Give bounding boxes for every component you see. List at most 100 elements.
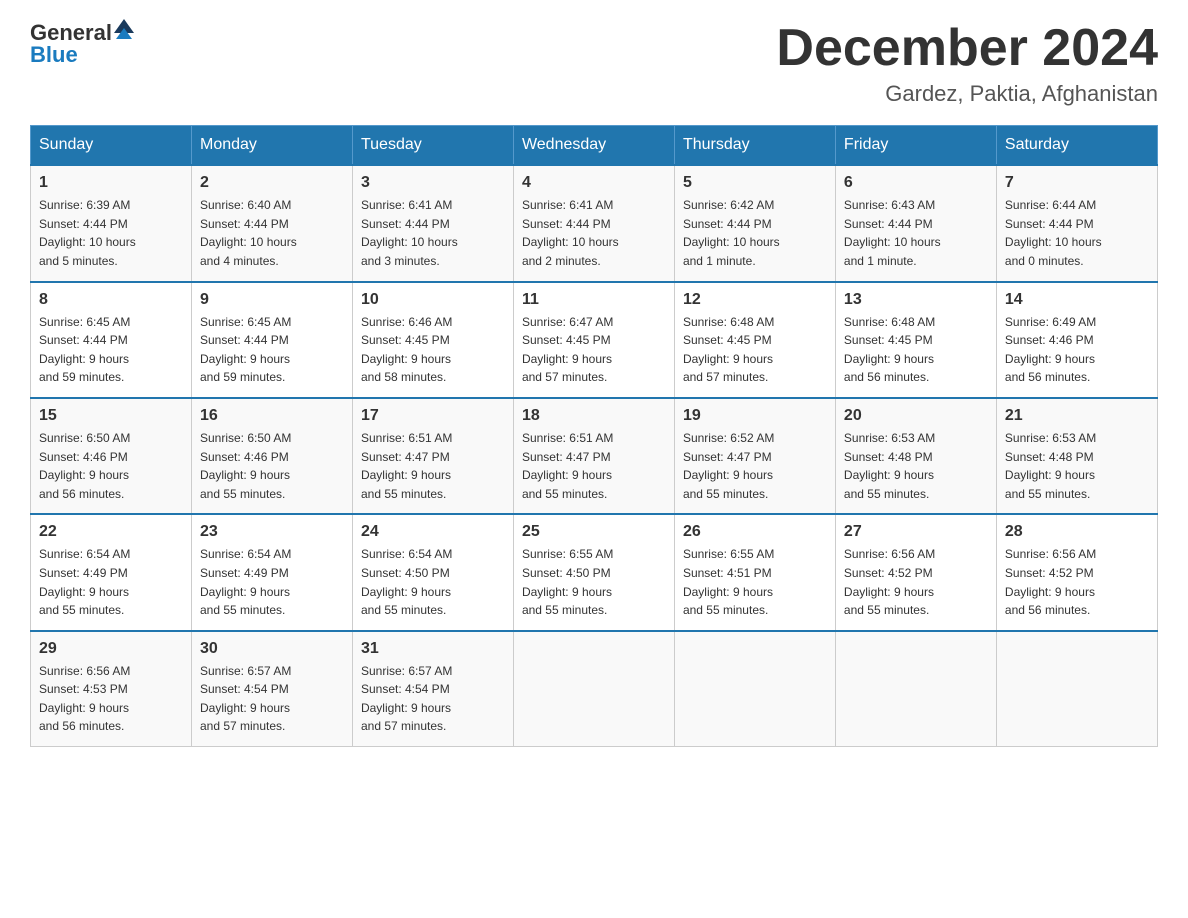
calendar-day-cell: 25 Sunrise: 6:55 AMSunset: 4:50 PMDaylig… (513, 514, 674, 630)
day-info: Sunrise: 6:55 AMSunset: 4:50 PMDaylight:… (522, 547, 613, 617)
header-sunday: Sunday (31, 126, 192, 166)
header-thursday: Thursday (674, 126, 835, 166)
day-info: Sunrise: 6:44 AMSunset: 4:44 PMDaylight:… (1005, 198, 1102, 268)
calendar-week-row: 15 Sunrise: 6:50 AMSunset: 4:46 PMDaylig… (31, 398, 1158, 514)
day-number: 4 (522, 174, 666, 192)
day-info: Sunrise: 6:54 AMSunset: 4:49 PMDaylight:… (200, 547, 291, 617)
day-info: Sunrise: 6:51 AMSunset: 4:47 PMDaylight:… (522, 431, 613, 501)
day-number: 18 (522, 407, 666, 425)
calendar-day-cell: 28 Sunrise: 6:56 AMSunset: 4:52 PMDaylig… (996, 514, 1157, 630)
calendar-day-cell: 4 Sunrise: 6:41 AMSunset: 4:44 PMDayligh… (513, 165, 674, 281)
day-info: Sunrise: 6:50 AMSunset: 4:46 PMDaylight:… (200, 431, 291, 501)
header-right: December 2024 Gardez, Paktia, Afghanista… (776, 20, 1158, 107)
header-tuesday: Tuesday (352, 126, 513, 166)
header: General Blue December 2024 Gardez, Pakti… (30, 20, 1158, 107)
header-friday: Friday (835, 126, 996, 166)
day-info: Sunrise: 6:54 AMSunset: 4:50 PMDaylight:… (361, 547, 452, 617)
day-info: Sunrise: 6:57 AMSunset: 4:54 PMDaylight:… (361, 664, 452, 734)
day-number: 31 (361, 640, 505, 658)
day-number: 13 (844, 291, 988, 309)
month-title: December 2024 (776, 20, 1158, 77)
day-number: 22 (39, 523, 183, 541)
calendar-day-cell: 13 Sunrise: 6:48 AMSunset: 4:45 PMDaylig… (835, 282, 996, 398)
calendar-week-row: 29 Sunrise: 6:56 AMSunset: 4:53 PMDaylig… (31, 631, 1158, 747)
calendar-day-cell: 5 Sunrise: 6:42 AMSunset: 4:44 PMDayligh… (674, 165, 835, 281)
day-number: 12 (683, 291, 827, 309)
calendar-day-cell: 22 Sunrise: 6:54 AMSunset: 4:49 PMDaylig… (31, 514, 192, 630)
calendar-day-cell: 14 Sunrise: 6:49 AMSunset: 4:46 PMDaylig… (996, 282, 1157, 398)
day-number: 15 (39, 407, 183, 425)
calendar-day-cell: 27 Sunrise: 6:56 AMSunset: 4:52 PMDaylig… (835, 514, 996, 630)
calendar-day-cell: 18 Sunrise: 6:51 AMSunset: 4:47 PMDaylig… (513, 398, 674, 514)
day-info: Sunrise: 6:41 AMSunset: 4:44 PMDaylight:… (522, 198, 619, 268)
day-number: 11 (522, 291, 666, 309)
calendar-day-cell: 11 Sunrise: 6:47 AMSunset: 4:45 PMDaylig… (513, 282, 674, 398)
calendar-day-cell: 8 Sunrise: 6:45 AMSunset: 4:44 PMDayligh… (31, 282, 192, 398)
calendar-day-cell (996, 631, 1157, 747)
day-number: 30 (200, 640, 344, 658)
day-info: Sunrise: 6:55 AMSunset: 4:51 PMDaylight:… (683, 547, 774, 617)
page: General Blue December 2024 Gardez, Pakti… (0, 0, 1188, 918)
day-info: Sunrise: 6:48 AMSunset: 4:45 PMDaylight:… (844, 315, 935, 385)
day-info: Sunrise: 6:39 AMSunset: 4:44 PMDaylight:… (39, 198, 136, 268)
day-number: 5 (683, 174, 827, 192)
calendar-day-cell: 17 Sunrise: 6:51 AMSunset: 4:47 PMDaylig… (352, 398, 513, 514)
location-title: Gardez, Paktia, Afghanistan (776, 81, 1158, 107)
logo-blue: Blue (30, 42, 78, 68)
calendar-day-cell: 2 Sunrise: 6:40 AMSunset: 4:44 PMDayligh… (191, 165, 352, 281)
calendar-day-cell: 23 Sunrise: 6:54 AMSunset: 4:49 PMDaylig… (191, 514, 352, 630)
day-number: 25 (522, 523, 666, 541)
day-number: 9 (200, 291, 344, 309)
day-info: Sunrise: 6:56 AMSunset: 4:52 PMDaylight:… (844, 547, 935, 617)
calendar-day-cell: 1 Sunrise: 6:39 AMSunset: 4:44 PMDayligh… (31, 165, 192, 281)
logo-icon (114, 19, 134, 39)
day-number: 28 (1005, 523, 1149, 541)
calendar-day-cell: 24 Sunrise: 6:54 AMSunset: 4:50 PMDaylig… (352, 514, 513, 630)
calendar-week-row: 8 Sunrise: 6:45 AMSunset: 4:44 PMDayligh… (31, 282, 1158, 398)
day-number: 3 (361, 174, 505, 192)
day-number: 7 (1005, 174, 1149, 192)
calendar-day-cell: 16 Sunrise: 6:50 AMSunset: 4:46 PMDaylig… (191, 398, 352, 514)
day-number: 27 (844, 523, 988, 541)
calendar-week-row: 22 Sunrise: 6:54 AMSunset: 4:49 PMDaylig… (31, 514, 1158, 630)
calendar-day-cell: 6 Sunrise: 6:43 AMSunset: 4:44 PMDayligh… (835, 165, 996, 281)
day-number: 17 (361, 407, 505, 425)
calendar-day-cell: 30 Sunrise: 6:57 AMSunset: 4:54 PMDaylig… (191, 631, 352, 747)
day-info: Sunrise: 6:53 AMSunset: 4:48 PMDaylight:… (844, 431, 935, 501)
day-number: 20 (844, 407, 988, 425)
day-number: 23 (200, 523, 344, 541)
day-info: Sunrise: 6:43 AMSunset: 4:44 PMDaylight:… (844, 198, 941, 268)
day-info: Sunrise: 6:52 AMSunset: 4:47 PMDaylight:… (683, 431, 774, 501)
day-number: 10 (361, 291, 505, 309)
day-info: Sunrise: 6:45 AMSunset: 4:44 PMDaylight:… (39, 315, 130, 385)
day-number: 8 (39, 291, 183, 309)
day-number: 16 (200, 407, 344, 425)
day-number: 1 (39, 174, 183, 192)
day-info: Sunrise: 6:46 AMSunset: 4:45 PMDaylight:… (361, 315, 452, 385)
calendar-day-cell (513, 631, 674, 747)
day-info: Sunrise: 6:53 AMSunset: 4:48 PMDaylight:… (1005, 431, 1096, 501)
day-info: Sunrise: 6:47 AMSunset: 4:45 PMDaylight:… (522, 315, 613, 385)
day-number: 2 (200, 174, 344, 192)
day-number: 26 (683, 523, 827, 541)
day-info: Sunrise: 6:51 AMSunset: 4:47 PMDaylight:… (361, 431, 452, 501)
calendar-header-row: Sunday Monday Tuesday Wednesday Thursday… (31, 126, 1158, 166)
calendar-day-cell: 26 Sunrise: 6:55 AMSunset: 4:51 PMDaylig… (674, 514, 835, 630)
calendar-day-cell: 29 Sunrise: 6:56 AMSunset: 4:53 PMDaylig… (31, 631, 192, 747)
header-wednesday: Wednesday (513, 126, 674, 166)
day-info: Sunrise: 6:40 AMSunset: 4:44 PMDaylight:… (200, 198, 297, 268)
calendar-day-cell (674, 631, 835, 747)
calendar-day-cell: 19 Sunrise: 6:52 AMSunset: 4:47 PMDaylig… (674, 398, 835, 514)
day-info: Sunrise: 6:45 AMSunset: 4:44 PMDaylight:… (200, 315, 291, 385)
calendar: Sunday Monday Tuesday Wednesday Thursday… (30, 125, 1158, 747)
calendar-day-cell (835, 631, 996, 747)
day-info: Sunrise: 6:49 AMSunset: 4:46 PMDaylight:… (1005, 315, 1096, 385)
calendar-day-cell: 12 Sunrise: 6:48 AMSunset: 4:45 PMDaylig… (674, 282, 835, 398)
day-number: 6 (844, 174, 988, 192)
calendar-week-row: 1 Sunrise: 6:39 AMSunset: 4:44 PMDayligh… (31, 165, 1158, 281)
calendar-day-cell: 21 Sunrise: 6:53 AMSunset: 4:48 PMDaylig… (996, 398, 1157, 514)
day-info: Sunrise: 6:54 AMSunset: 4:49 PMDaylight:… (39, 547, 130, 617)
calendar-day-cell: 15 Sunrise: 6:50 AMSunset: 4:46 PMDaylig… (31, 398, 192, 514)
calendar-day-cell: 31 Sunrise: 6:57 AMSunset: 4:54 PMDaylig… (352, 631, 513, 747)
calendar-day-cell: 20 Sunrise: 6:53 AMSunset: 4:48 PMDaylig… (835, 398, 996, 514)
